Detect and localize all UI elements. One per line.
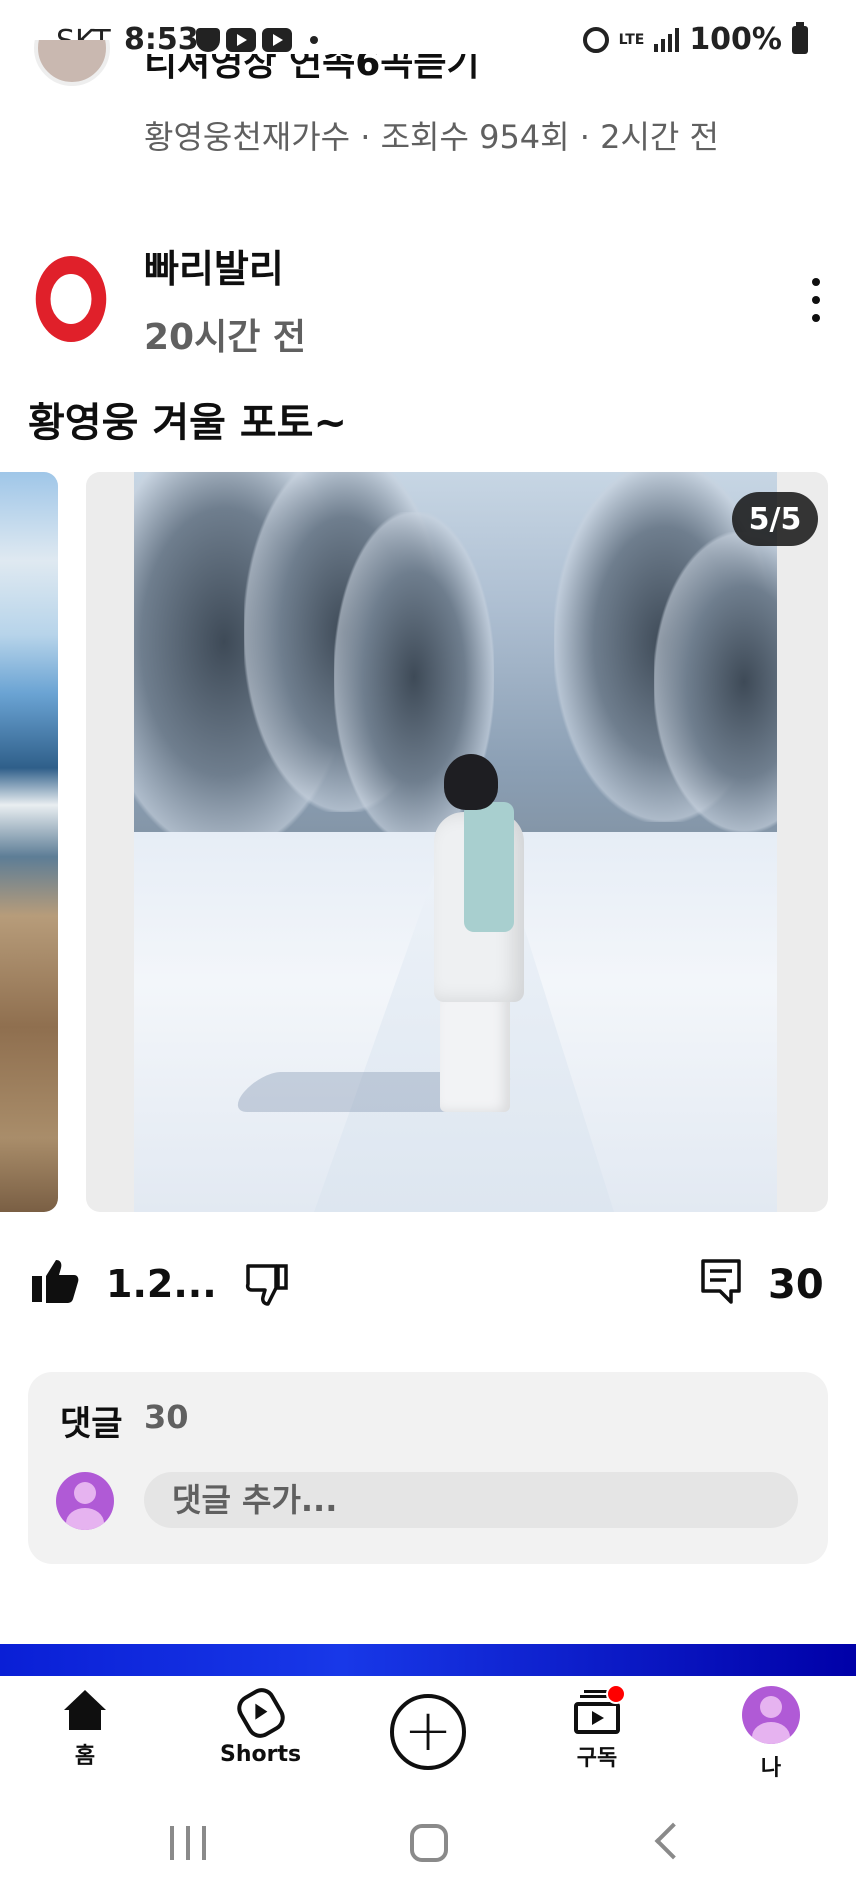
- system-navigation: [0, 1792, 856, 1902]
- previous-video-title[interactable]: 티져영상 연속6곡듣기: [144, 54, 480, 100]
- home-icon: [64, 1690, 106, 1732]
- shorts-icon: [231, 1683, 290, 1743]
- battery-icon: [792, 21, 808, 54]
- nav-home[interactable]: 홈: [64, 1690, 106, 1770]
- lte-icon: LTE: [618, 31, 645, 48]
- nav-shorts[interactable]: Shorts: [220, 1683, 302, 1767]
- comment-icon[interactable]: [700, 1258, 742, 1306]
- post-image[interactable]: [86, 472, 828, 1212]
- signal-icon: [654, 27, 680, 52]
- bottom-navigation: 홈 Shorts + 구독 나: [0, 1676, 856, 1792]
- back-icon[interactable]: [654, 1822, 692, 1860]
- clock: 8:53: [124, 22, 199, 57]
- comments-label: 댓글: [60, 1404, 123, 1444]
- notification-icons: [196, 28, 318, 52]
- nav-me-label: 나: [760, 1756, 782, 1781]
- alarm-icon: [582, 26, 609, 53]
- battery-percent: 100%: [689, 22, 782, 57]
- system-status-icons: LTE 100%: [582, 21, 808, 57]
- thumbs-down-icon[interactable]: [244, 1262, 290, 1306]
- like-count: 1.2...: [106, 1262, 217, 1306]
- account-avatar: [742, 1686, 800, 1744]
- channel-name[interactable]: 빠리발리: [144, 238, 284, 293]
- post-text: 황영웅 겨울 포토~: [28, 400, 347, 446]
- nav-home-label: 홈: [74, 1744, 96, 1769]
- more-vert-icon[interactable]: [796, 278, 836, 322]
- previous-video-channel-avatar[interactable]: [34, 40, 110, 88]
- add-comment-input[interactable]: 댓글 추가...: [144, 1472, 798, 1528]
- youtube-notification-icon: [226, 28, 256, 52]
- more-notifications-icon: [310, 36, 318, 44]
- nav-shorts-label: Shorts: [220, 1742, 302, 1767]
- opera-logo-icon: [35, 256, 107, 342]
- post-timestamp: 20시간 전: [144, 317, 306, 358]
- comments-section[interactable]: 댓글 30 댓글 추가...: [28, 1372, 828, 1564]
- user-avatar: [56, 1472, 114, 1530]
- youtube-notification-icon: [262, 28, 292, 52]
- nav-subscriptions-label: 구독: [576, 1746, 618, 1771]
- previous-image[interactable]: [0, 472, 58, 1212]
- winter-photo: [134, 472, 777, 1212]
- recent-apps-icon[interactable]: [170, 1826, 206, 1860]
- new-content-badge: [606, 1684, 626, 1704]
- thumbs-up-icon[interactable]: [30, 1258, 80, 1304]
- plus-icon: +: [403, 1696, 453, 1764]
- banner-strip[interactable]: [0, 1644, 856, 1676]
- create-button[interactable]: +: [390, 1694, 466, 1770]
- nav-me[interactable]: 나: [742, 1686, 800, 1782]
- system-home-icon[interactable]: [410, 1824, 448, 1862]
- coffee-icon: [196, 28, 220, 52]
- channel-avatar[interactable]: [28, 256, 114, 342]
- image-counter-badge: 5/5: [732, 492, 818, 546]
- previous-video-meta: 황영웅천재가수 · 조회수 954회 · 2시간 전: [144, 118, 719, 156]
- comment-count: 30: [768, 1262, 824, 1308]
- comments-count: 30: [144, 1398, 189, 1436]
